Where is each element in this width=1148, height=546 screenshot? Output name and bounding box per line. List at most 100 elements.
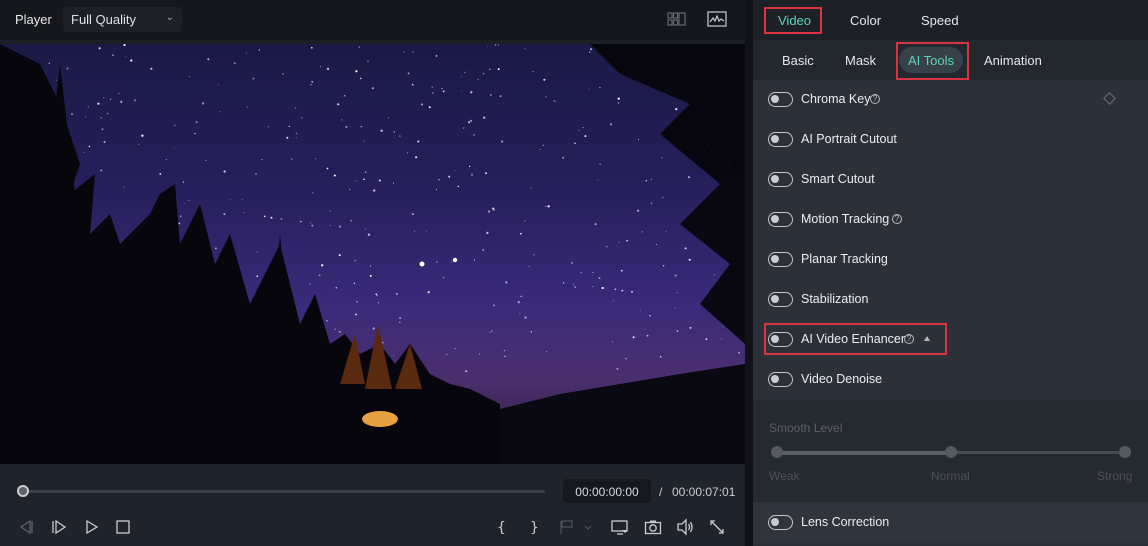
star	[442, 276, 445, 279]
total-time: 00:00:07:01	[672, 485, 736, 499]
star	[592, 272, 594, 273]
star	[270, 216, 273, 219]
timeline-scrubber[interactable]	[23, 490, 545, 493]
star	[256, 275, 259, 278]
star	[625, 358, 627, 360]
keyframe-diamond-icon[interactable]	[1103, 92, 1116, 105]
star	[388, 117, 389, 119]
star	[223, 213, 226, 216]
subtab-ai-tools[interactable]: AI Tools	[908, 53, 954, 68]
star	[188, 200, 190, 201]
feature-smart-cutout: Smart Cutout	[753, 160, 1148, 200]
previous-frame-icon[interactable]	[17, 518, 35, 536]
star	[486, 231, 489, 235]
star	[435, 189, 437, 191]
star	[112, 54, 114, 56]
tab-speed[interactable]: Speed	[921, 13, 959, 28]
ai-portrait-cutout-toggle[interactable]	[768, 132, 793, 147]
quality-dropdown[interactable]: Full Quality ⌄	[63, 7, 182, 32]
lens-correction-toggle[interactable]	[768, 515, 793, 530]
star	[354, 259, 356, 262]
planar-tracking-toggle[interactable]	[768, 252, 793, 267]
tab-color[interactable]: Color	[850, 13, 881, 28]
ai-video-enhancer-toggle[interactable]	[768, 332, 793, 347]
star	[310, 84, 312, 86]
star	[598, 277, 601, 280]
star	[618, 241, 620, 243]
star	[312, 192, 314, 194]
display-settings-icon[interactable]	[611, 518, 629, 536]
chroma-key-toggle[interactable]	[768, 92, 793, 107]
subtab-mask[interactable]: Mask	[845, 53, 876, 68]
star	[309, 283, 311, 285]
star	[392, 354, 394, 356]
star	[125, 55, 127, 57]
marker-dropdown-icon[interactable]	[582, 518, 594, 536]
star	[662, 196, 664, 199]
help-icon[interactable]: ?	[892, 214, 902, 224]
star	[56, 79, 58, 81]
stabilization-toggle[interactable]	[768, 292, 793, 307]
star	[339, 331, 341, 333]
playhead-handle[interactable]	[17, 485, 29, 497]
video-preview[interactable]	[0, 44, 745, 464]
star	[605, 245, 608, 248]
star	[97, 102, 100, 105]
fullscreen-expand-icon[interactable]	[708, 518, 726, 536]
star	[87, 106, 89, 108]
mark-in-icon[interactable]: {	[492, 518, 510, 536]
smooth-level-tick-label: Weak	[769, 469, 800, 483]
feature-label: Chroma Key	[801, 92, 871, 106]
stop-icon[interactable]	[114, 518, 132, 536]
star	[614, 288, 617, 291]
play-icon[interactable]	[83, 518, 101, 536]
star	[165, 159, 167, 161]
waveform-image-icon[interactable]	[707, 11, 727, 27]
star	[650, 202, 653, 205]
star	[574, 142, 576, 145]
star	[524, 220, 526, 222]
help-icon[interactable]: ?	[904, 334, 914, 344]
star	[376, 295, 378, 297]
video-denoise-toggle[interactable]	[768, 372, 793, 387]
current-time: 00:00:00:00	[563, 479, 651, 503]
star	[553, 100, 556, 102]
star	[358, 46, 360, 48]
marker-icon[interactable]	[557, 518, 575, 536]
star	[528, 265, 530, 267]
help-icon[interactable]: ?	[870, 94, 880, 104]
smooth-level-stop-strong[interactable]	[1119, 446, 1131, 458]
feature-ai-video-enhancer: AI Video Enhancer ?	[753, 320, 1148, 360]
next-frame-icon[interactable]	[50, 518, 68, 536]
star	[436, 261, 438, 263]
star	[350, 219, 353, 222]
smooth-level-stop-weak[interactable]	[771, 446, 783, 458]
collapse-caret-icon[interactable]	[924, 336, 930, 341]
star	[520, 232, 522, 235]
motion-tracking-toggle[interactable]	[768, 212, 793, 227]
star	[335, 287, 337, 289]
mark-out-icon[interactable]: }	[525, 518, 543, 536]
smooth-level-stop-normal[interactable]	[945, 446, 957, 458]
star	[333, 174, 336, 177]
star	[280, 218, 283, 220]
tab-video[interactable]: Video	[778, 13, 811, 28]
star	[454, 170, 456, 172]
snapshot-camera-icon[interactable]	[644, 518, 662, 536]
smart-cutout-toggle[interactable]	[768, 172, 793, 187]
grid-layout-icon[interactable]	[667, 11, 687, 27]
volume-icon[interactable]	[676, 518, 694, 536]
feature-label: Lens Correction	[801, 515, 890, 529]
star	[470, 91, 473, 94]
star	[367, 233, 371, 236]
subtab-basic[interactable]: Basic	[782, 53, 814, 68]
star	[482, 248, 485, 252]
star	[562, 156, 565, 159]
subtab-animation[interactable]: Animation	[984, 53, 1042, 68]
panel-divider[interactable]	[745, 0, 753, 546]
star	[329, 210, 331, 212]
star	[380, 129, 383, 132]
star	[355, 180, 357, 182]
star	[684, 247, 687, 250]
star	[485, 172, 487, 175]
